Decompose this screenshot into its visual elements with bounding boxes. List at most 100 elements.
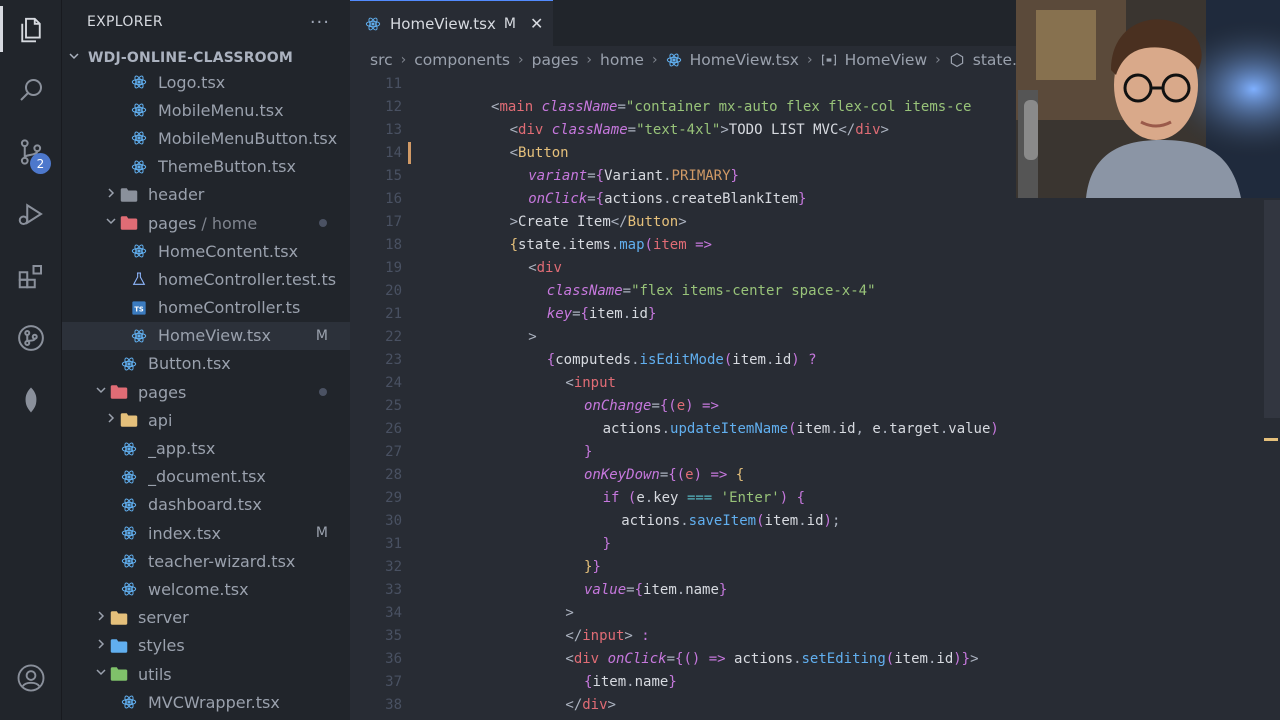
line-number: 22 bbox=[385, 329, 402, 345]
tree-item[interactable]: homeController.test.ts bbox=[62, 265, 350, 293]
breadcrumb-item[interactable]: home bbox=[600, 51, 644, 69]
code-line: 23 {computeds.isEditMode(item.id) ? bbox=[350, 349, 1280, 372]
react-icon bbox=[130, 73, 148, 91]
tree-item-label: api bbox=[148, 410, 173, 430]
tree-item-label: welcome.tsx bbox=[148, 579, 249, 599]
tree-item[interactable]: Logo.tsx bbox=[62, 68, 350, 96]
active-indicator bbox=[0, 6, 3, 52]
tree-item[interactable]: MobileMenu.tsx bbox=[62, 96, 350, 124]
tree-item-label: _app.tsx bbox=[148, 439, 216, 459]
code-text: <Button bbox=[509, 145, 569, 161]
code-line: 22 > bbox=[350, 326, 1280, 349]
tree-item[interactable]: utils bbox=[62, 660, 350, 688]
code-text: actions.saveItem(item.id); bbox=[621, 513, 841, 529]
search-icon[interactable] bbox=[13, 72, 49, 108]
code-text: value={item.name} bbox=[584, 582, 728, 598]
tree-item-label: header bbox=[148, 185, 205, 205]
chevron-right-icon: › bbox=[586, 52, 593, 68]
run-debug-icon[interactable] bbox=[13, 196, 49, 232]
chevron-down-icon[interactable] bbox=[102, 215, 120, 231]
react-icon bbox=[120, 468, 138, 486]
chevron-right-icon[interactable] bbox=[92, 638, 110, 654]
tree-item[interactable]: teacher-wizard.tsx bbox=[62, 547, 350, 575]
line-number: 13 bbox=[385, 122, 402, 138]
extensions-icon[interactable] bbox=[13, 258, 49, 294]
code-line: 30 actions.saveItem(item.id); bbox=[350, 510, 1280, 533]
line-number: 29 bbox=[385, 490, 402, 506]
line-number: 25 bbox=[385, 398, 402, 414]
tree-item[interactable]: _document.tsx bbox=[62, 463, 350, 491]
tree-item[interactable]: HomeView.tsx M bbox=[62, 321, 350, 350]
tree-item[interactable]: HomeContent.tsx bbox=[62, 237, 350, 265]
folder-icon bbox=[120, 214, 138, 232]
git-modified-badge: M bbox=[315, 525, 328, 542]
folder-icon bbox=[110, 383, 128, 401]
chevron-down-icon[interactable] bbox=[92, 666, 110, 682]
tree-item[interactable]: header bbox=[62, 181, 350, 209]
test-flask-icon bbox=[130, 270, 148, 288]
tree-item[interactable]: dashboard.tsx bbox=[62, 491, 350, 519]
scrollbar[interactable] bbox=[1264, 200, 1280, 418]
code-line: 33 value={item.name} bbox=[350, 579, 1280, 602]
code-line: 35 </input> : bbox=[350, 625, 1280, 648]
react-icon bbox=[130, 327, 148, 345]
code-line: 17 >Create Item</Button> bbox=[350, 211, 1280, 234]
tree-item-label: homeController.ts bbox=[158, 298, 301, 318]
tree-item[interactable]: MVCWrapper.tsx bbox=[62, 688, 350, 716]
explorer-icon[interactable] bbox=[13, 12, 49, 48]
line-number: 34 bbox=[385, 605, 402, 621]
tree-item-label: HomeContent.tsx bbox=[158, 241, 299, 261]
react-icon bbox=[120, 440, 138, 458]
explorer-sidebar: EXPLORER ··· WDJ-ONLINE-CLASSROOM Logo.t… bbox=[62, 0, 350, 720]
breadcrumb-item[interactable]: HomeView.tsx bbox=[666, 51, 799, 69]
code-text: className="flex items-center space-x-4" bbox=[546, 283, 876, 299]
tree-item[interactable]: Button.tsx bbox=[62, 350, 350, 378]
code-line: 26 actions.updateItemName(item.id, e.targ… bbox=[350, 418, 1280, 441]
tree-item-label: MobileMenu.tsx bbox=[158, 100, 284, 120]
folder-icon bbox=[110, 609, 128, 627]
explorer-header: EXPLORER ··· bbox=[62, 0, 350, 44]
tree-item-label: Button.tsx bbox=[148, 354, 231, 374]
tree-item[interactable]: pages bbox=[62, 378, 350, 406]
tree-item-label: MobileMenuButton.tsx bbox=[158, 128, 338, 148]
tree-item[interactable]: api bbox=[62, 406, 350, 434]
chevron-down-icon[interactable] bbox=[92, 384, 110, 400]
chevron-down-icon bbox=[68, 50, 88, 66]
tree-item-label: teacher-wizard.tsx bbox=[148, 551, 296, 571]
tree-item[interactable]: MobileMenuButton.tsx bbox=[62, 124, 350, 152]
chevron-right-icon[interactable] bbox=[102, 412, 120, 428]
breadcrumb-item[interactable]: src bbox=[370, 51, 393, 69]
tree-item-label: ThemeButton.tsx bbox=[158, 157, 296, 177]
account-icon[interactable] bbox=[13, 660, 49, 696]
tree-item[interactable]: pages / home bbox=[62, 209, 350, 237]
folder-icon bbox=[110, 665, 128, 683]
chevron-right-icon: › bbox=[806, 52, 813, 68]
line-number: 12 bbox=[385, 99, 402, 115]
tree-item[interactable]: index.tsx M bbox=[62, 519, 350, 547]
code-text: <div onClick={() => actions.setEditing(i… bbox=[565, 651, 979, 667]
tree-item[interactable]: server bbox=[62, 604, 350, 632]
tree-item[interactable]: _app.tsx bbox=[62, 434, 350, 462]
project-name: WDJ-ONLINE-CLASSROOM bbox=[88, 50, 294, 66]
breadcrumb-item[interactable]: components bbox=[414, 51, 510, 69]
chevron-right-icon[interactable] bbox=[102, 187, 120, 203]
breadcrumb-item[interactable]: pages bbox=[532, 51, 579, 69]
code-text: {item.name} bbox=[584, 674, 677, 690]
tree-item[interactable]: ThemeButton.tsx bbox=[62, 153, 350, 181]
tree-item[interactable]: welcome.tsx bbox=[62, 575, 350, 603]
close-icon[interactable]: ✕ bbox=[530, 14, 543, 33]
tree-item-label: _document.tsx bbox=[148, 467, 266, 487]
tab-homeview[interactable]: HomeView.tsx M ✕ bbox=[350, 0, 553, 46]
git-graph-icon[interactable] bbox=[13, 320, 49, 356]
leaf-icon[interactable] bbox=[13, 382, 49, 418]
chevron-right-icon[interactable] bbox=[92, 610, 110, 626]
line-number: 35 bbox=[385, 628, 402, 644]
breadcrumb-item[interactable]: state. bbox=[949, 51, 1017, 69]
code-text: onChange={(e) => bbox=[584, 398, 719, 414]
more-actions-icon[interactable]: ··· bbox=[310, 12, 330, 33]
tree-item[interactable]: TS homeController.ts bbox=[62, 294, 350, 322]
breadcrumb-item[interactable]: HomeView bbox=[821, 51, 927, 69]
line-number: 15 bbox=[385, 168, 402, 184]
code-text: > bbox=[528, 329, 537, 345]
tree-item[interactable]: styles bbox=[62, 632, 350, 660]
